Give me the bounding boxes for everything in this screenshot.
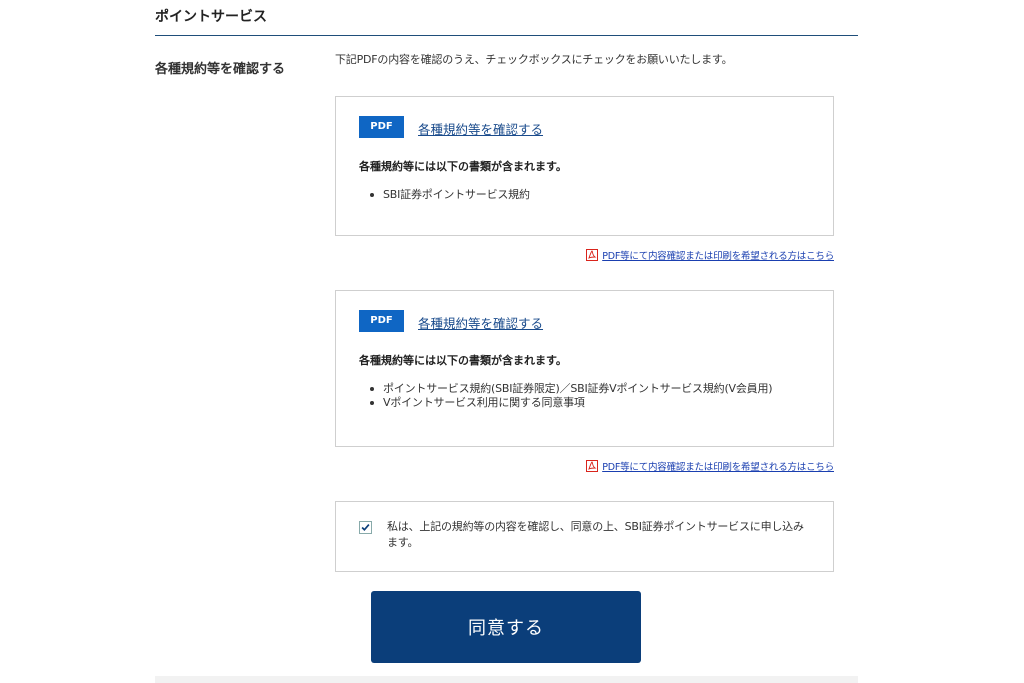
print-link-label: PDF等にて内容確認または印刷を希望される方はこちら (602, 251, 834, 262)
terms-pdf-link[interactable]: 各種規約等を確認する (418, 313, 543, 332)
document-box: PDF 各種規約等を確認する 各種規約等には以下の書類が含まれます。 SBI証券… (335, 96, 834, 236)
terms-pdf-link[interactable]: 各種規約等を確認する (418, 119, 543, 138)
document-list: ポイントサービス規約(SBI証券限定)／SBI証券Vポイントサービス規約(V会員… (359, 382, 773, 410)
section-divider (155, 35, 858, 36)
section-title: ポイントサービス (155, 9, 267, 25)
list-item: ポイントサービス規約(SBI証券限定)／SBI証券Vポイントサービス規約(V会員… (359, 382, 773, 396)
pdf-badge: PDF (359, 310, 404, 332)
pdf-file-icon (586, 460, 599, 472)
print-link-label: PDF等にて内容確認または印刷を希望される方はこちら (602, 462, 834, 473)
terms-label: 各種規約等を確認する (155, 62, 286, 77)
print-pdf-link[interactable]: PDF等にて内容確認または印刷を希望される方はこちら (586, 248, 834, 262)
consent-text: 私は、上記の規約等の内容を確認し、同意の上、SBI証券ポイントサービスに申し込み… (387, 520, 804, 549)
print-pdf-link[interactable]: PDF等にて内容確認または印刷を希望される方はこちら (586, 459, 834, 473)
instruction-text: 下記PDFの内容を確認のうえ、チェックボックスにチェックをお願いいたします。 (335, 53, 733, 66)
footer-band (155, 676, 858, 683)
document-box: PDF 各種規約等を確認する 各種規約等には以下の書類が含まれます。 ポイントサ… (335, 290, 834, 447)
consent-checkbox[interactable] (359, 521, 372, 534)
agree-button[interactable]: 同意する (371, 591, 641, 663)
pdf-badge: PDF (359, 116, 404, 138)
consent-box: 私は、上記の規約等の内容を確認し、同意の上、SBI証券ポイントサービスに申し込み… (335, 501, 834, 572)
list-item: SBI証券ポイントサービス規約 (359, 188, 530, 202)
document-list: SBI証券ポイントサービス規約 (359, 188, 530, 202)
pdf-file-icon (586, 249, 599, 261)
includes-label: 各種規約等には以下の書類が含まれます。 (359, 354, 567, 367)
includes-label: 各種規約等には以下の書類が含まれます。 (359, 160, 567, 173)
list-item: Vポイントサービス利用に関する同意事項 (359, 396, 772, 410)
check-icon (361, 523, 370, 532)
